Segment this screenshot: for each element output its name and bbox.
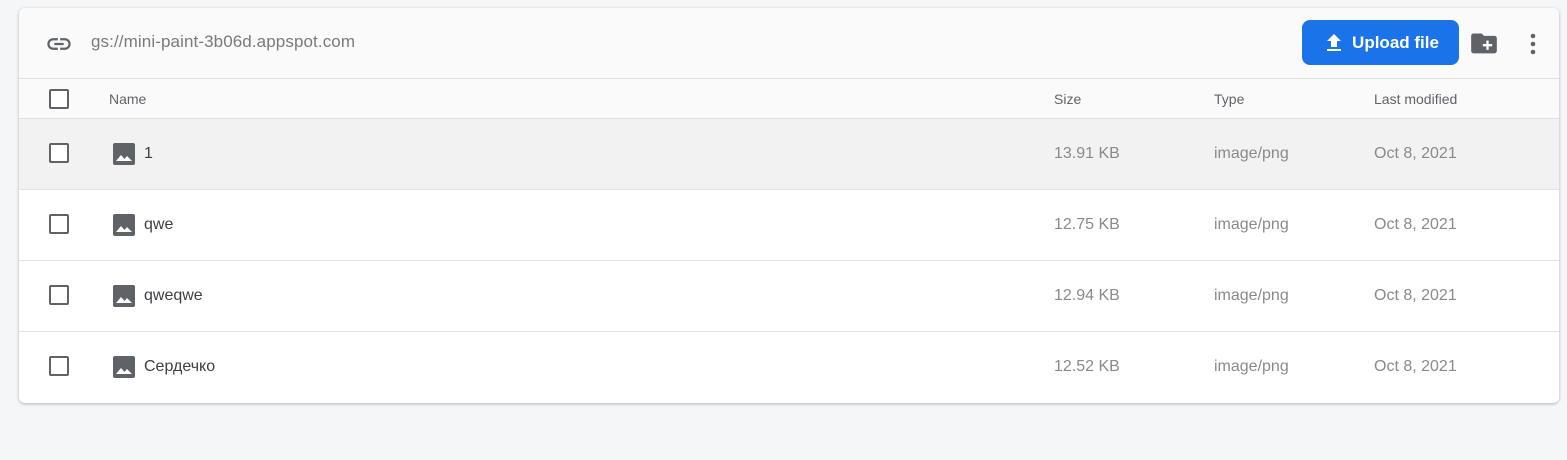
- file-size: 12.94 KB: [1054, 287, 1120, 304]
- file-type: image/png: [1214, 145, 1289, 162]
- table-row[interactable]: 1 13.91 KB image/png Oct 8, 2021: [19, 119, 1559, 190]
- select-all-checkbox[interactable]: [49, 89, 69, 109]
- table-header: Name Size Type Last modified: [19, 79, 1559, 119]
- file-name[interactable]: qwe: [144, 216, 173, 234]
- row-checkbox[interactable]: [49, 356, 69, 376]
- file-size: 13.91 KB: [1054, 145, 1120, 162]
- bucket-path: gs://mini-paint-3b06d.appspot.com: [91, 32, 356, 51]
- upload-file-label: Upload file: [1352, 32, 1439, 52]
- row-checkbox[interactable]: [49, 285, 69, 305]
- file-name[interactable]: 1: [144, 145, 153, 163]
- image-icon: [113, 143, 135, 165]
- upload-file-button[interactable]: Upload file: [1302, 20, 1459, 65]
- column-header-size[interactable]: Size: [1054, 91, 1081, 107]
- file-last-modified: Oct 8, 2021: [1374, 358, 1457, 375]
- row-checkbox[interactable]: [49, 143, 69, 163]
- file-name[interactable]: qweqwe: [144, 287, 203, 305]
- file-size: 12.75 KB: [1054, 216, 1120, 233]
- create-new-folder-icon[interactable]: [1470, 32, 1498, 56]
- file-size: 12.52 KB: [1054, 358, 1120, 375]
- file-type: image/png: [1214, 287, 1289, 304]
- table-row[interactable]: qweqwe 12.94 KB image/png Oct 8, 2021: [19, 261, 1559, 332]
- image-icon: [113, 285, 135, 307]
- table-row[interactable]: Сердечко 12.52 KB image/png Oct 8, 2021: [19, 332, 1559, 402]
- toolbar: gs://mini-paint-3b06d.appspot.com Upload…: [19, 8, 1559, 79]
- file-type: image/png: [1214, 358, 1289, 375]
- file-browser-card: gs://mini-paint-3b06d.appspot.com Upload…: [19, 8, 1559, 403]
- upload-icon: [1327, 33, 1342, 51]
- file-type: image/png: [1214, 216, 1289, 233]
- row-checkbox[interactable]: [49, 214, 69, 234]
- column-header-name[interactable]: Name: [109, 91, 146, 107]
- file-last-modified: Oct 8, 2021: [1374, 287, 1457, 304]
- link-icon: [47, 38, 71, 50]
- image-icon: [113, 214, 135, 236]
- file-name[interactable]: Сердечко: [144, 358, 215, 376]
- more-vert-icon[interactable]: [1523, 30, 1543, 58]
- file-last-modified: Oct 8, 2021: [1374, 145, 1457, 162]
- column-header-type[interactable]: Type: [1214, 91, 1244, 107]
- column-header-last-modified[interactable]: Last modified: [1374, 91, 1457, 107]
- file-last-modified: Oct 8, 2021: [1374, 216, 1457, 233]
- image-icon: [113, 356, 135, 378]
- table-row[interactable]: qwe 12.75 KB image/png Oct 8, 2021: [19, 190, 1559, 261]
